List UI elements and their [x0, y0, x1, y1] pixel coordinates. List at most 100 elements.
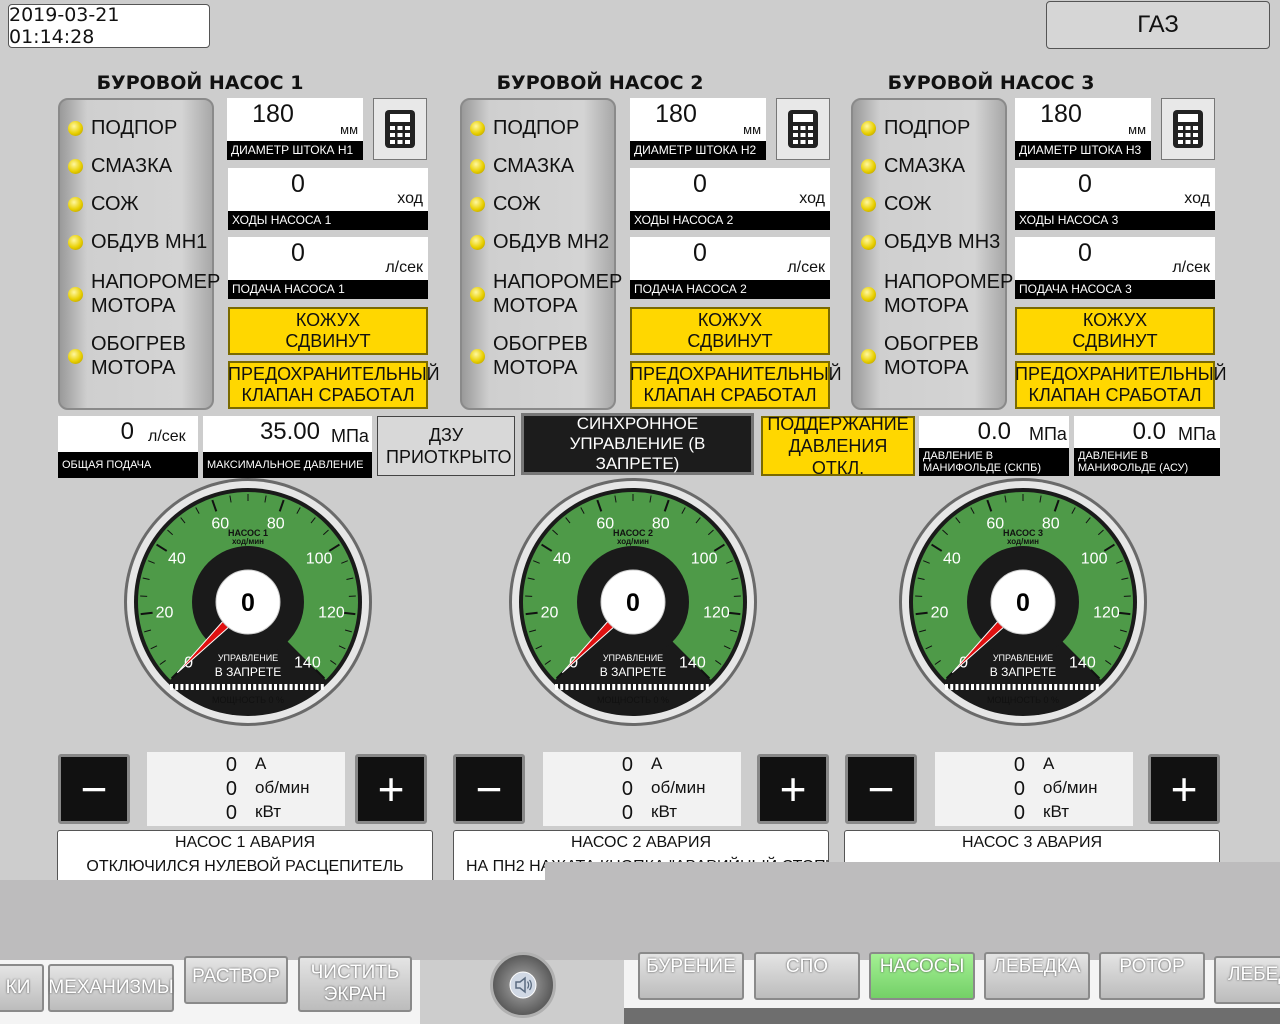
bottom-scrollbar[interactable] — [624, 1008, 1280, 1024]
power-bar-segment — [227, 684, 231, 690]
lamp-obogrev: ОБОГРЕВ МОТОРА — [470, 332, 620, 380]
lamp-obduv: ОБДУВ МН3 — [861, 230, 1000, 254]
power-bar-segment — [690, 684, 694, 690]
indicator-lamp-icon — [470, 196, 485, 212]
plus-icon: + — [1170, 763, 1198, 815]
gauge-tick-label: 100 — [691, 550, 718, 567]
nav-button-mechanisms[interactable]: МЕХАНИЗМЫ — [48, 964, 174, 1012]
overlay-band-extension — [545, 862, 1280, 932]
indicator-lamp-icon — [861, 158, 876, 174]
gauge-tick-label: 20 — [931, 604, 949, 621]
gauge-tick-label: 120 — [318, 604, 345, 621]
power-bar-segment — [315, 684, 319, 690]
power-bar-segment — [950, 684, 954, 690]
nav-button-solution[interactable]: РАСТВОР — [184, 956, 288, 1004]
nav-button-pumps[interactable]: НАСОСЫ — [869, 952, 975, 1000]
power-bar-segment — [1069, 684, 1073, 690]
power-bar-segment — [1028, 684, 1032, 690]
pump-2-title: БУРОВОЙ НАСОС 2 — [496, 72, 704, 94]
nav-button-clear-screen[interactable]: ЧИСТИТЬ ЭКРАН — [298, 956, 412, 1012]
indicator-lamp-icon — [470, 158, 485, 174]
current-value: 0 — [225, 754, 237, 776]
power-bar-segment — [1017, 684, 1021, 690]
plus-icon: + — [377, 763, 405, 815]
pressure-hold-button[interactable]: ПОДДЕРЖАНИЕ ДАВЛЕНИЯ ОТКЛ. — [761, 414, 915, 478]
power-bar-segment — [700, 684, 704, 690]
gauge-tick-label: 100 — [1081, 550, 1108, 567]
diameter-unit: мм — [1128, 122, 1146, 137]
power-bar-segment — [206, 684, 210, 690]
pump-2-decrease-button[interactable]: − — [453, 754, 525, 824]
calculator-button[interactable] — [1161, 98, 1215, 160]
nav-button-rotor[interactable]: РОТОР — [1099, 952, 1205, 1000]
power-bar-segment — [945, 684, 948, 690]
diameter-unit: мм — [340, 122, 358, 137]
calculator-button[interactable] — [373, 98, 427, 160]
power-bar-segment — [1095, 684, 1099, 690]
pump-2-valve-indicator: ПРЕДОХРАНИТЕЛЬНЫЙ КЛАПАН СРАБОТАЛ — [630, 361, 842, 409]
nav-button-winch[interactable]: ЛЕБЕДКА — [984, 952, 1090, 1000]
power-bar-segment — [565, 684, 569, 690]
pump-3-diameter-field[interactable]: 180 мм ДИАМЕТР ШТОКА Н3 — [1015, 98, 1151, 160]
nav-button-ki[interactable]: КИ — [0, 964, 44, 1012]
sound-button[interactable] — [490, 952, 556, 1018]
sync-control-button[interactable]: СИНХРОННОЕ УПРАВЛЕНИЕ (В ЗАПРЕТЕ) — [521, 413, 754, 475]
power-bar-segment — [190, 684, 194, 690]
power-bar-segment — [643, 684, 647, 690]
power-bar-segment — [201, 684, 205, 690]
gauge-status-line1: УПРАВЛЕНИЕ — [993, 653, 1053, 663]
power-bar-segment — [274, 684, 277, 690]
nav-button-drilling[interactable]: БУРЕНИЕ — [638, 952, 744, 1000]
flow-value: 0 — [693, 239, 707, 267]
indicator-lamp-icon — [68, 158, 83, 174]
power-bar-segment — [986, 684, 990, 690]
power-unit: кВт — [651, 802, 677, 821]
pump-3-decrease-button[interactable]: − — [845, 754, 917, 824]
power-bar-segment — [955, 684, 959, 690]
plus-icon: + — [779, 763, 807, 815]
minus-icon: − — [475, 763, 503, 815]
power-bar-segment — [664, 684, 668, 690]
strokes-unit: ход — [799, 190, 825, 207]
pump-2-increase-button[interactable]: + — [757, 754, 829, 824]
calculator-icon — [1173, 110, 1203, 148]
calculator-button[interactable] — [776, 98, 830, 160]
gaz-button[interactable]: ГАЗ — [1046, 1, 1270, 49]
diameter-unit: мм — [743, 122, 761, 137]
power-bar-segment — [653, 684, 657, 690]
power-bar-segment — [669, 684, 673, 690]
nav-button-winch-2[interactable]: ЛЕБЕД — [1214, 956, 1280, 1004]
strokes-caption: ХОДЫ НАСОСА 3 — [1015, 211, 1215, 230]
gauge-tick-label: 40 — [553, 550, 571, 567]
pump-1-diameter-field[interactable]: 180 мм ДИАМЕТР ШТОКА Н1 — [227, 98, 363, 160]
total-flow-unit: л/сек — [148, 428, 186, 445]
nav-button-spo[interactable]: СПО — [754, 952, 860, 1000]
pump-3-increase-button[interactable]: + — [1148, 754, 1220, 824]
alarm-title: НАСОС 1 АВАРИЯ — [174, 834, 316, 851]
minus-icon: − — [80, 763, 108, 815]
diameter-value: 180 — [1040, 100, 1082, 128]
power-bar-segment — [617, 684, 621, 690]
lamp-sozh: СОЖ — [470, 192, 541, 216]
power-bar-segment — [591, 684, 595, 690]
power-bar-segment — [1090, 684, 1094, 690]
gauge-major-tick — [728, 611, 741, 616]
diameter-caption: ДИАМЕТР ШТОКА Н1 — [227, 141, 363, 160]
lamp-naporomer: НАПОРОМЕР МОТОРА — [861, 270, 1013, 318]
indicator-lamp-icon — [861, 234, 876, 250]
power-bar-segment — [685, 684, 688, 690]
gauge-value: 0 — [1016, 589, 1030, 617]
lamp-smazka: СМАЗКА — [861, 154, 965, 178]
indicator-lamp-icon — [861, 286, 876, 302]
gauge-tick-label: 60 — [986, 516, 1004, 533]
gauge-tick-label: 60 — [211, 516, 229, 533]
power-bar-segment — [300, 684, 303, 690]
strokes-value: 0 — [1078, 170, 1092, 198]
pump-1-increase-button[interactable]: + — [355, 754, 427, 824]
pump-2-diameter-field[interactable]: 180 мм ДИАМЕТР ШТОКА Н2 — [630, 98, 766, 160]
power-bar-segment — [581, 684, 584, 690]
pump-1-decrease-button[interactable]: − — [58, 754, 130, 824]
power-bar-segment — [981, 684, 985, 690]
indicator-lamp-icon — [470, 120, 485, 136]
rpm-value: 0 — [621, 778, 633, 800]
